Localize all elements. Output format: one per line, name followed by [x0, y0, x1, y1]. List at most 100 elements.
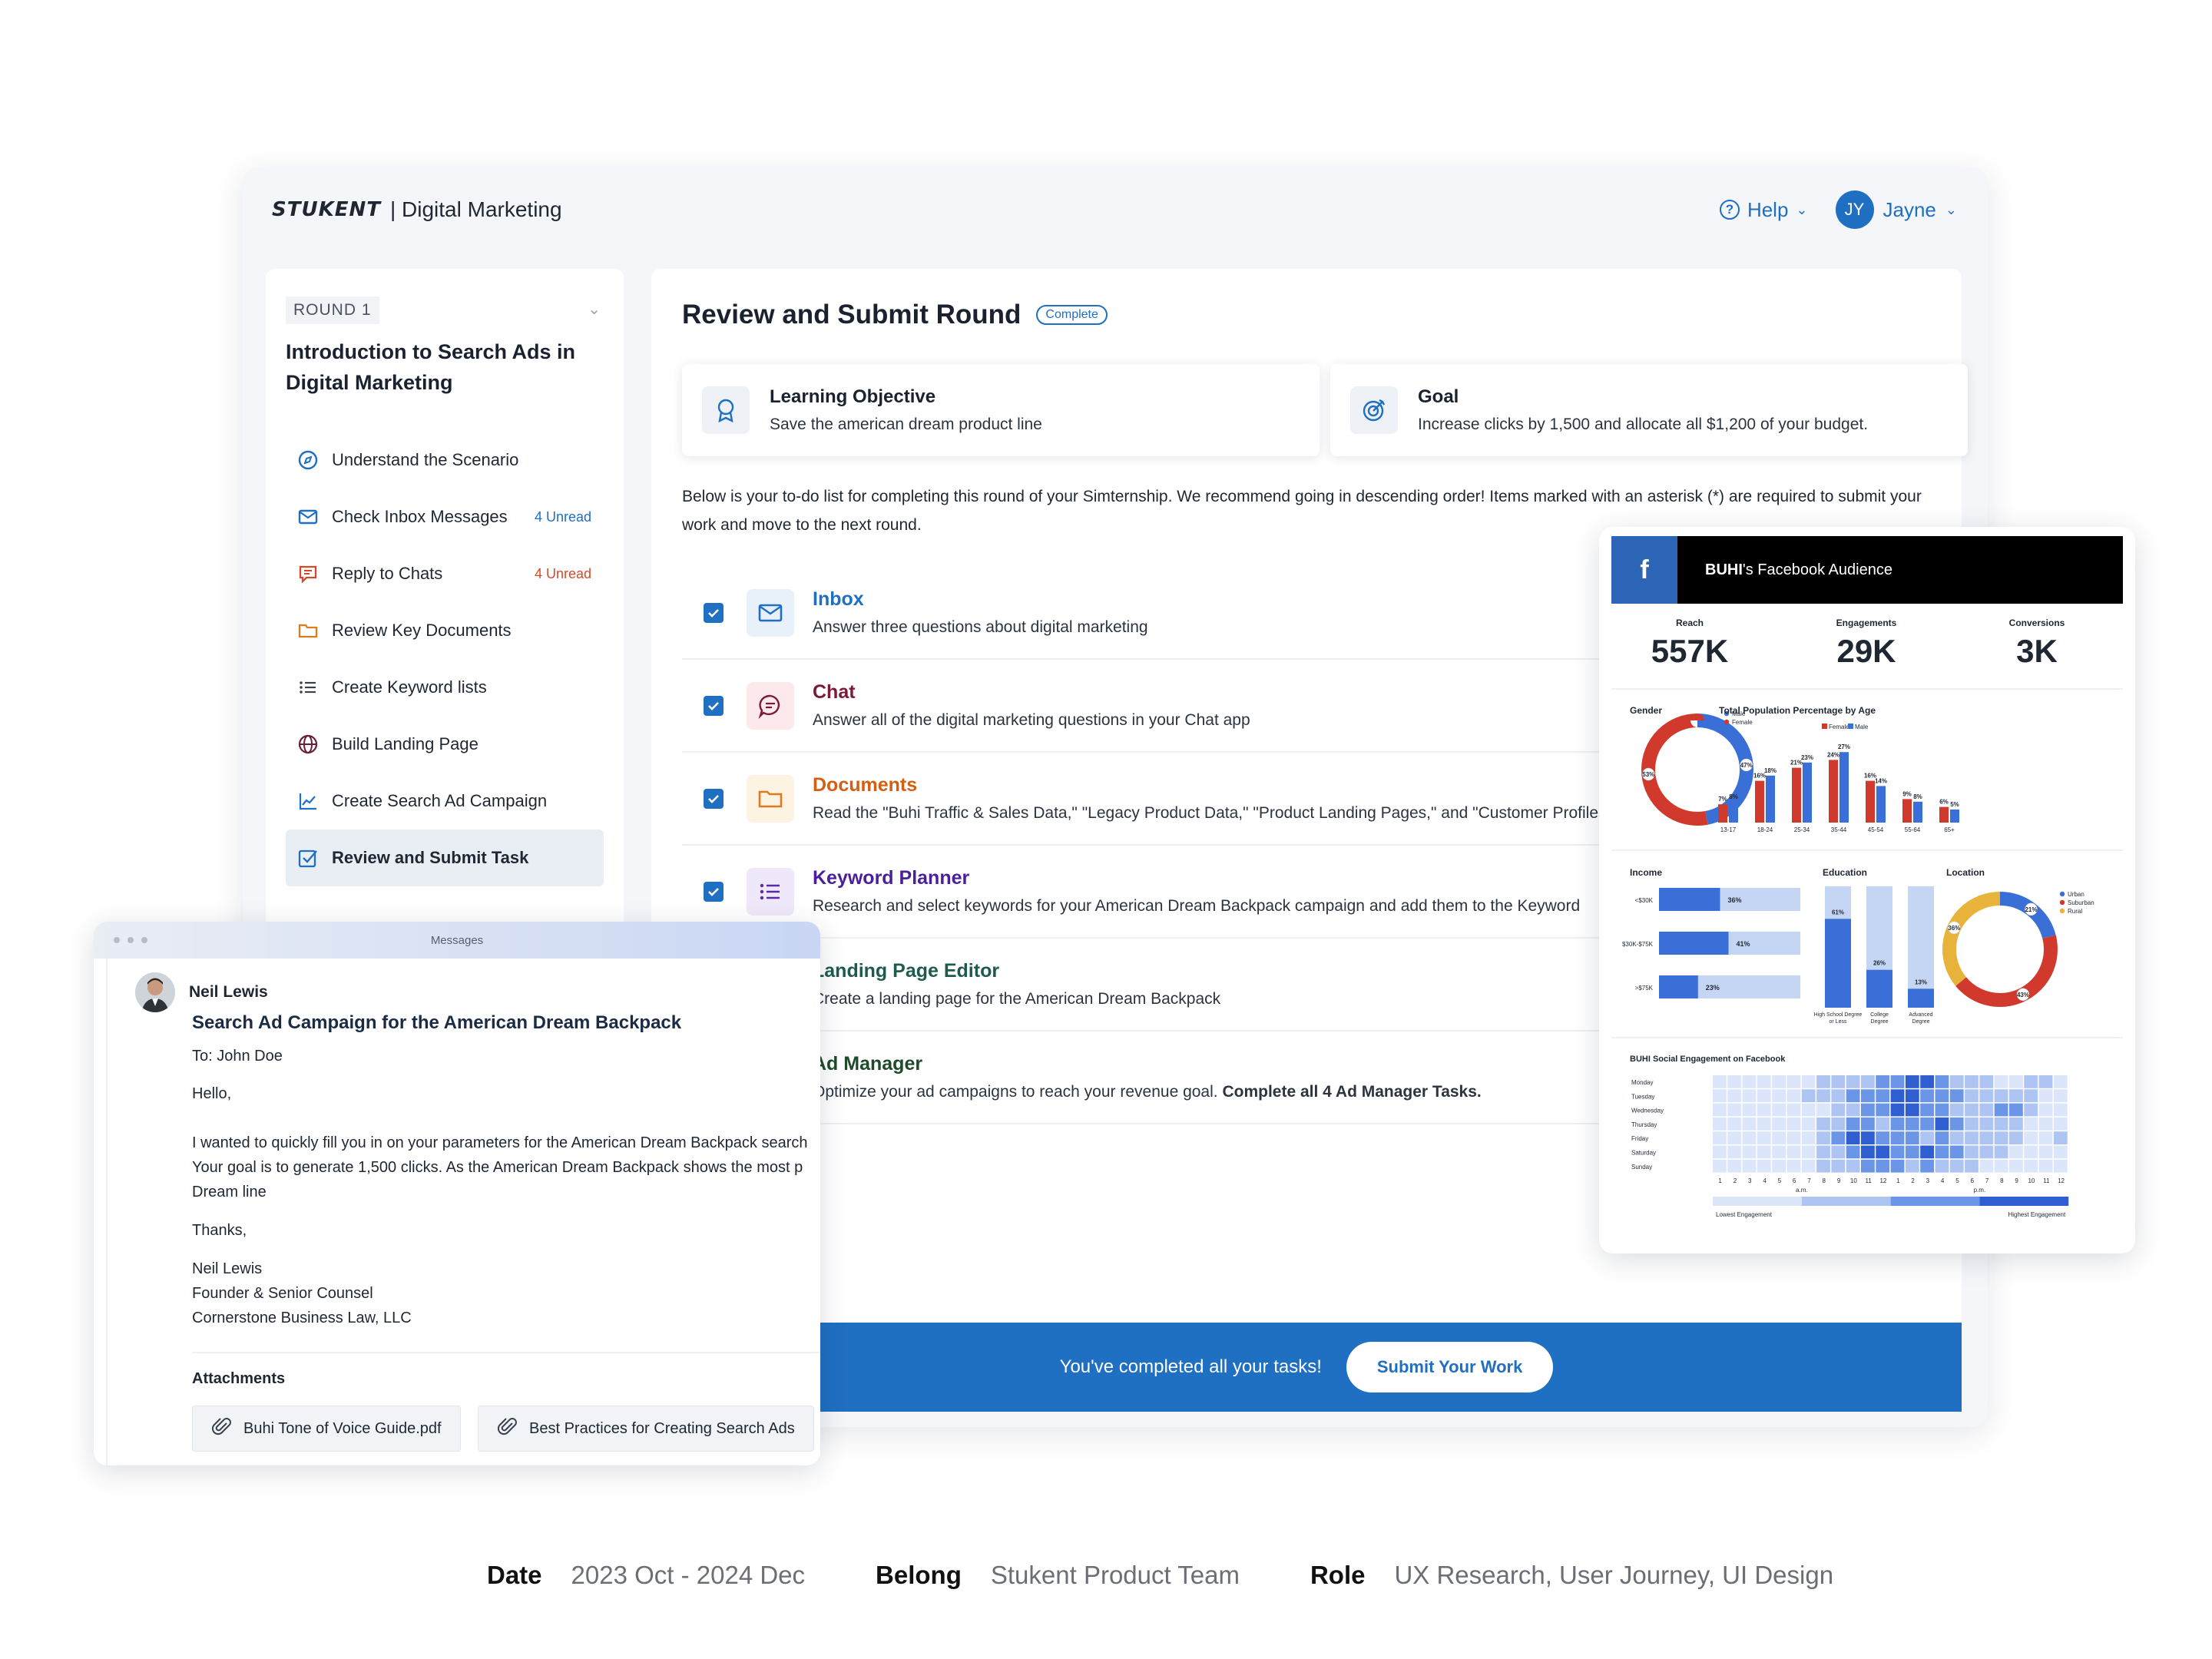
tick-label: p.m. — [1974, 1187, 1986, 1194]
heatmap-cell — [1994, 1159, 2008, 1173]
heatmap-cell — [2038, 1089, 2053, 1103]
project-meta: Date 2023 Oct - 2024 Dec Belong Stukent … — [487, 1561, 1833, 1590]
signature-title: Founder & Senior Counsel — [192, 1285, 373, 1302]
message-line: I wanted to quickly fill you in on your … — [192, 1134, 808, 1151]
heatmap-cell — [1816, 1159, 1830, 1173]
attachment-chip[interactable]: Best Practices for Creating Search Ads — [478, 1406, 814, 1452]
sidebar-item-review-submit[interactable]: Review and Submit Task — [286, 830, 604, 886]
user-menu[interactable]: JY Jayne ⌄ — [1835, 190, 1957, 229]
tick-label: or Less — [1830, 1019, 1847, 1025]
legend-swatch — [2059, 908, 2065, 914]
message-greeting: Hello, — [192, 1085, 232, 1102]
sidebar-item-understand-scenario[interactable]: Understand the Scenario — [286, 432, 604, 488]
heatmap-cell — [2024, 1103, 2038, 1117]
bar — [1803, 762, 1812, 823]
data-label: 24% — [1827, 751, 1839, 758]
help-menu[interactable]: ? Help ⌄ — [1719, 198, 1808, 222]
checkbox-checked[interactable] — [704, 695, 724, 716]
attachment-chip[interactable]: Buhi Tone of Voice Guide.pdf — [192, 1406, 461, 1452]
row-label: Saturday — [1631, 1150, 1656, 1157]
task-description: Create a landing page for the American D… — [813, 990, 1221, 1008]
heatmap-cell — [1713, 1131, 1727, 1144]
task-description-text: Optimize your ad campaigns to reach your… — [813, 1083, 1218, 1101]
data-label: 47% — [1740, 762, 1753, 769]
bar — [1659, 888, 1720, 911]
tick-label: 10 — [2028, 1177, 2035, 1184]
heatmap-cell — [1757, 1159, 1771, 1173]
heatmap-cell — [1935, 1145, 1949, 1159]
heatmap-cell — [1816, 1145, 1830, 1159]
sidebar-item-landing-page[interactable]: Build Landing Page — [286, 716, 604, 773]
legend-swatch — [1890, 1197, 1980, 1206]
chart-title: Education — [1823, 867, 1867, 878]
heatmap-cell — [1816, 1089, 1830, 1103]
sidebar-item-chats[interactable]: Reply to Chats 4 Unread — [286, 545, 604, 602]
sidebar-item-label: Check Inbox Messages — [332, 507, 508, 526]
signature-company: Cornerstone Business Law, LLC — [192, 1310, 412, 1326]
tick-label: 5 — [1778, 1177, 1782, 1184]
heatmap-cell — [1949, 1089, 1964, 1103]
sidebar-item-label: Create Keyword lists — [332, 677, 487, 697]
submit-work-button[interactable]: Submit Your Work — [1346, 1342, 1554, 1392]
checkbox-checked[interactable] — [704, 788, 724, 809]
divider — [192, 1352, 820, 1353]
heatmap-cell — [1935, 1103, 1949, 1117]
help-icon: ? — [1719, 200, 1740, 220]
heatmap-cell — [1965, 1103, 1979, 1117]
facebook-audience-card: f BUHI's Facebook Audience Reach 557K Eng… — [1599, 527, 2135, 1253]
message-recipient: To: John Doe — [192, 1048, 283, 1065]
heatmap-cell — [1979, 1089, 1994, 1103]
heatmap-cell — [1801, 1145, 1816, 1159]
heatmap-cell — [2038, 1159, 2053, 1173]
heatmap-cell — [1994, 1117, 2008, 1131]
sidebar-item-inbox[interactable]: Check Inbox Messages 4 Unread — [286, 488, 604, 545]
heatmap-cell — [2053, 1089, 2068, 1103]
target-icon — [1350, 386, 1398, 434]
tick-label: 45-54 — [1868, 826, 1884, 833]
heatmap-cell — [1861, 1117, 1875, 1131]
unread-badge: 4 Unread — [534, 508, 591, 525]
heatmap-cell — [1786, 1075, 1801, 1088]
legend-swatch — [1713, 1197, 1802, 1206]
learning-objective-card: Learning Objective Save the american dre… — [682, 364, 1320, 456]
heatmap-cell — [1994, 1075, 2008, 1088]
heatmap-cell — [1994, 1131, 2008, 1144]
heatmap-cell — [1727, 1145, 1742, 1159]
tick-label: 8 — [2000, 1177, 2004, 1184]
checkbox-checked[interactable] — [704, 881, 724, 902]
heatmap-cell — [1831, 1075, 1846, 1088]
heatmap-cell — [1801, 1089, 1816, 1103]
chevron-down-icon[interactable]: ⌄ — [588, 300, 601, 319]
checkbox-checked[interactable] — [704, 602, 724, 623]
bar — [1729, 801, 1738, 823]
row-label: Tuesday — [1631, 1093, 1654, 1100]
data-label: 27% — [1838, 743, 1850, 750]
heatmap-cell — [1861, 1131, 1875, 1144]
heatmap-cell — [1727, 1159, 1742, 1173]
heatmap-cell — [1979, 1145, 1994, 1159]
sidebar-item-documents[interactable]: Review Key Documents — [286, 602, 604, 659]
sidebar-item-keyword-lists[interactable]: Create Keyword lists — [286, 659, 604, 716]
data-label: 21% — [2025, 906, 2037, 913]
heatmap-cell — [1935, 1159, 1949, 1173]
data-label: 6% — [1939, 799, 1949, 806]
heatmap-cell — [1831, 1145, 1846, 1159]
heatmap-cell — [1920, 1159, 1934, 1173]
heatmap-cell — [1846, 1103, 1860, 1117]
legend-swatch — [1848, 724, 1853, 729]
bar — [1866, 780, 1875, 823]
heatmap-cell — [1757, 1145, 1771, 1159]
heatmap-cell — [2009, 1089, 2023, 1103]
heatmap-cell — [1727, 1103, 1742, 1117]
data-label: 26% — [1873, 960, 1886, 967]
heatmap-cell — [1846, 1117, 1860, 1131]
sidebar-item-search-ad-campaign[interactable]: Create Search Ad Campaign — [286, 773, 604, 830]
heatmap-cell — [2009, 1131, 2023, 1144]
heatmap-cell — [1876, 1159, 1890, 1173]
heatmap-cell — [1831, 1103, 1846, 1117]
heatmap-cell — [1905, 1131, 1919, 1144]
window-controls[interactable] — [114, 937, 147, 943]
tick-label: 25-34 — [1794, 826, 1810, 833]
task-title: Keyword Planner — [813, 867, 970, 889]
brand: STUKENT | Digital Marketing — [272, 197, 562, 222]
